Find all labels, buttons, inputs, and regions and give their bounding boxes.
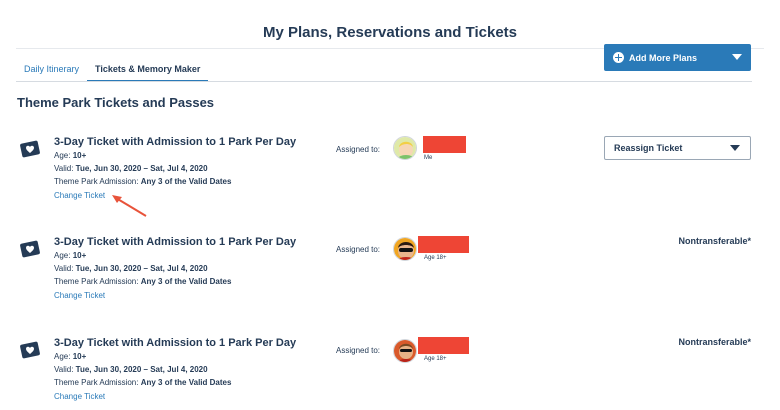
incredible-avatar-image xyxy=(394,238,416,260)
section-title: Theme Park Tickets and Passes xyxy=(17,95,215,110)
change-ticket-link[interactable]: Change Ticket xyxy=(54,191,105,200)
ticket-name: 3-Day Ticket with Admission to 1 Park Pe… xyxy=(54,236,297,248)
assigned-to-label: Assigned to: xyxy=(336,145,381,154)
ticket-heart-icon xyxy=(20,140,40,158)
assigned-to-label: Assigned to: xyxy=(336,346,381,355)
ticket-age: Age: 10+ xyxy=(54,352,87,361)
redacted-guest-name xyxy=(418,337,469,354)
ticket-admission: Theme Park Admission: Any 3 of the Valid… xyxy=(54,277,232,286)
tab-bar: Daily Itinerary Tickets & Memory Maker xyxy=(16,61,209,82)
change-ticket-link[interactable]: Change Ticket xyxy=(54,392,105,401)
ticket-card: 3-Day Ticket with Admission to 1 Park Pe… xyxy=(0,337,780,410)
ticket-name: 3-Day Ticket with Admission to 1 Park Pe… xyxy=(54,337,297,349)
guest-sub-label: Me xyxy=(424,155,433,161)
ticket-admission: Theme Park Admission: Any 3 of the Valid… xyxy=(54,378,232,387)
ticket-valid-dates: Valid: Tue, Jun 30, 2020 – Sat, Jul 4, 2… xyxy=(54,264,208,273)
ticket-age: Age: 10+ xyxy=(54,151,87,160)
guest-sub-label: Age 18+ xyxy=(424,255,447,261)
ticket-name: 3-Day Ticket with Admission to 1 Park Pe… xyxy=(54,136,297,148)
ticket-heart-icon xyxy=(20,240,40,258)
incredible-avatar-image xyxy=(394,340,416,362)
guest-avatar[interactable] xyxy=(393,339,417,363)
guest-avatar[interactable] xyxy=(393,237,417,261)
add-more-plans-button[interactable]: Add More Plans xyxy=(604,44,751,71)
change-ticket-link[interactable]: Change Ticket xyxy=(54,291,105,300)
nontransferable-status: Nontransferable* xyxy=(678,236,751,246)
tab-daily-itinerary[interactable]: Daily Itinerary xyxy=(16,61,87,82)
tinker-bell-avatar-image xyxy=(394,137,416,159)
redacted-guest-name xyxy=(418,236,469,253)
reassign-ticket-label: Reassign Ticket xyxy=(614,143,683,153)
guest-avatar[interactable] xyxy=(393,136,417,160)
ticket-valid-dates: Valid: Tue, Jun 30, 2020 – Sat, Jul 4, 2… xyxy=(54,365,208,374)
tab-tickets-memory-maker[interactable]: Tickets & Memory Maker xyxy=(87,61,209,82)
ticket-card: 3-Day Ticket with Admission to 1 Park Pe… xyxy=(0,236,780,316)
chevron-down-icon xyxy=(732,54,742,60)
nontransferable-status: Nontransferable* xyxy=(678,337,751,347)
ticket-admission: Theme Park Admission: Any 3 of the Valid… xyxy=(54,177,232,186)
tabs-divider xyxy=(16,81,752,82)
assigned-to-label: Assigned to: xyxy=(336,245,381,254)
chevron-down-icon xyxy=(730,145,740,151)
guest-sub-label: Age 18+ xyxy=(424,356,447,362)
page-title: My Plans, Reservations and Tickets xyxy=(263,24,517,41)
ticket-heart-icon xyxy=(20,341,40,359)
add-more-plans-label: Add More Plans xyxy=(629,52,698,63)
redacted-guest-name xyxy=(423,136,466,153)
red-arrow-annotation xyxy=(112,195,147,217)
ticket-age: Age: 10+ xyxy=(54,251,87,260)
plus-circle-icon xyxy=(613,52,624,63)
ticket-valid-dates: Valid: Tue, Jun 30, 2020 – Sat, Jul 4, 2… xyxy=(54,164,208,173)
reassign-ticket-dropdown[interactable]: Reassign Ticket xyxy=(604,136,751,160)
